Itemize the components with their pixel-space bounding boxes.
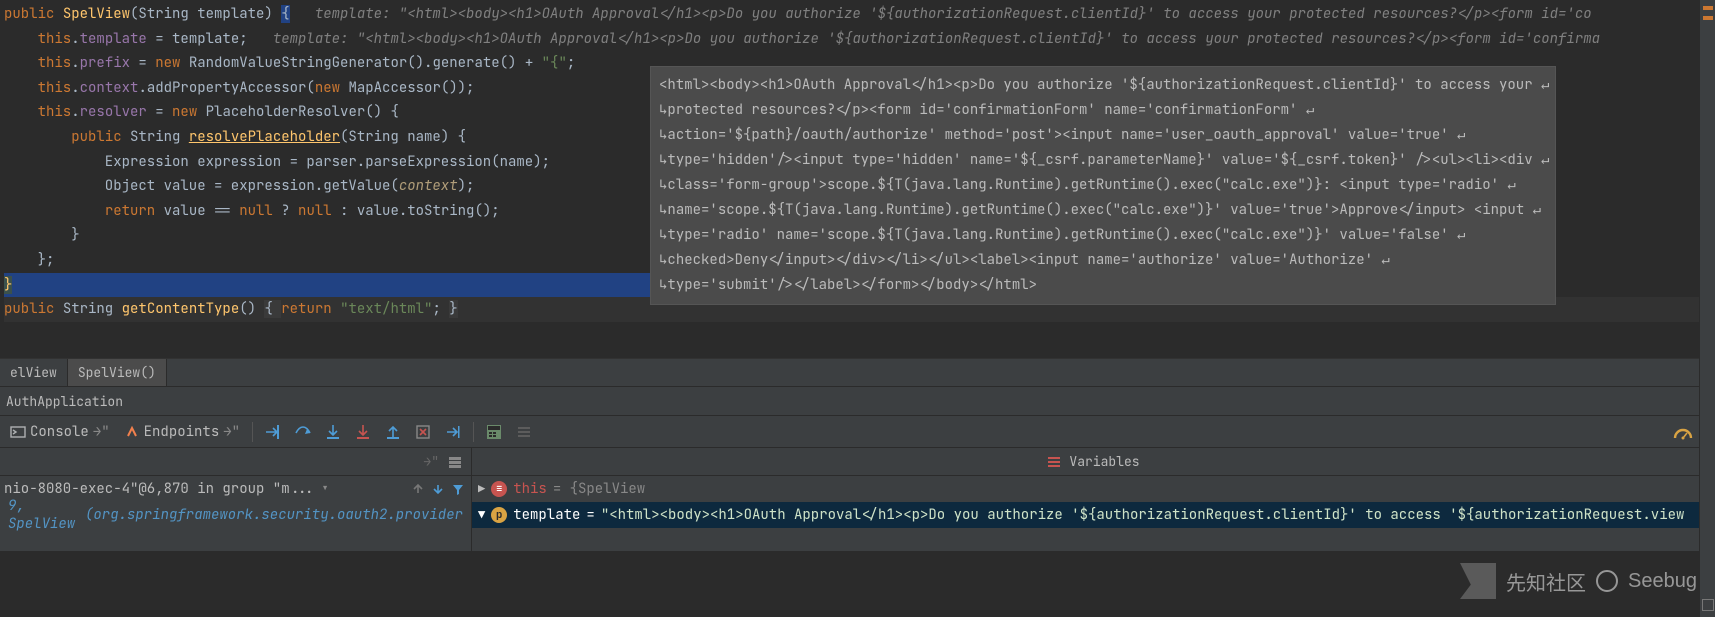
bug-icon [1596, 570, 1618, 592]
code-line-current: } [4, 273, 652, 298]
code-line: this.template = template; template: "<ht… [4, 27, 1715, 52]
this-badge-icon: ≡ [491, 481, 507, 497]
evaluate-expression-button[interactable] [480, 420, 508, 444]
popup-line: <html><body><h1>OAuth Approval</h1><p>Do… [659, 73, 1547, 98]
evaluate-popup: <html><body><h1>OAuth Approval</h1><p>Do… [650, 66, 1556, 305]
frames-icon[interactable] [447, 454, 463, 470]
breadcrumb-item[interactable]: elView [0, 359, 68, 386]
arrow-up-icon[interactable] [411, 482, 425, 496]
console-icon [10, 424, 26, 440]
drop-frame-button[interactable] [409, 420, 437, 444]
code-line: public SpelView(String template) { templ… [4, 2, 1715, 27]
step-into-button[interactable] [319, 420, 347, 444]
watermark-logo-icon [1460, 563, 1496, 599]
popup-line: ↳type='submit'/></label></form></body></… [659, 273, 1547, 298]
scroll-grip-icon[interactable] [1702, 599, 1714, 611]
param-badge-icon: p [491, 507, 507, 523]
trace-button[interactable] [510, 420, 538, 444]
editor-marker-gutter[interactable] [1699, 0, 1715, 617]
variable-row[interactable]: ▶ ≡ this = {SpelView [472, 476, 1715, 502]
filter-icon[interactable] [451, 482, 465, 496]
run-to-cursor-button[interactable] [439, 420, 467, 444]
popup-line: ↳class='form-group'>scope.${T(java.lang.… [659, 173, 1547, 198]
show-execution-point-button[interactable] [259, 420, 287, 444]
breadcrumb: elView SpelView() [0, 358, 1715, 386]
navigate-back-icon[interactable]: →" [423, 453, 439, 470]
popup-line: ↳type='hidden'/><input type='hidden' nam… [659, 148, 1547, 173]
tab-endpoints[interactable]: Endpoints →" [118, 416, 246, 447]
variable-row-selected[interactable]: ▼ p template = "<html><body><h1>OAuth Ap… [472, 502, 1715, 528]
breadcrumb-item[interactable]: SpelView() [68, 359, 167, 386]
debug-toolbar: Console →" Endpoints →" [0, 415, 1715, 447]
step-over-button[interactable] [289, 420, 317, 444]
code-editor[interactable]: public SpelView(String template) { templ… [0, 0, 1715, 358]
variables-panel: Variables ▶ ≡ this = {SpelView ▼ p templ… [472, 448, 1715, 551]
expand-icon[interactable]: ▼ [478, 507, 485, 523]
popup-line: ↳action='${path}/oauth/authorize' method… [659, 123, 1547, 148]
run-config-name: AuthApplication [6, 393, 123, 410]
popup-line: ↳protected resources?</p><form id='confi… [659, 98, 1547, 123]
stack-frame-row[interactable]: 9, SpelView (org.springframework.securit… [0, 502, 471, 528]
profiler-button[interactable] [1669, 420, 1697, 444]
gutter-marker[interactable] [1703, 6, 1713, 10]
watermark: 先知社区 Seebug [1460, 563, 1697, 599]
tab-console[interactable]: Console →" [4, 416, 116, 447]
debug-config-bar: AuthApplication [0, 386, 1715, 415]
endpoints-icon [124, 424, 140, 440]
expand-icon[interactable]: ▶ [478, 481, 485, 497]
popup-line: ↳checked>Deny</input></div></li></ul><la… [659, 248, 1547, 273]
gutter-marker[interactable] [1703, 16, 1713, 20]
debug-panels: →" nio-8080-exec-4"@6,870 in group "m...… [0, 447, 1715, 551]
variables-title: Variables [1069, 453, 1139, 470]
popup-line: ↳name='scope.${T(java.lang.Runtime).getR… [659, 198, 1547, 223]
popup-line: ↳type='radio' name='scope.${T(java.lang.… [659, 223, 1547, 248]
arrow-down-icon[interactable] [431, 482, 445, 496]
step-out-button[interactable] [379, 420, 407, 444]
variables-list-icon [1047, 455, 1061, 469]
frames-panel: →" nio-8080-exec-4"@6,870 in group "m...… [0, 448, 472, 551]
force-step-into-button[interactable] [349, 420, 377, 444]
